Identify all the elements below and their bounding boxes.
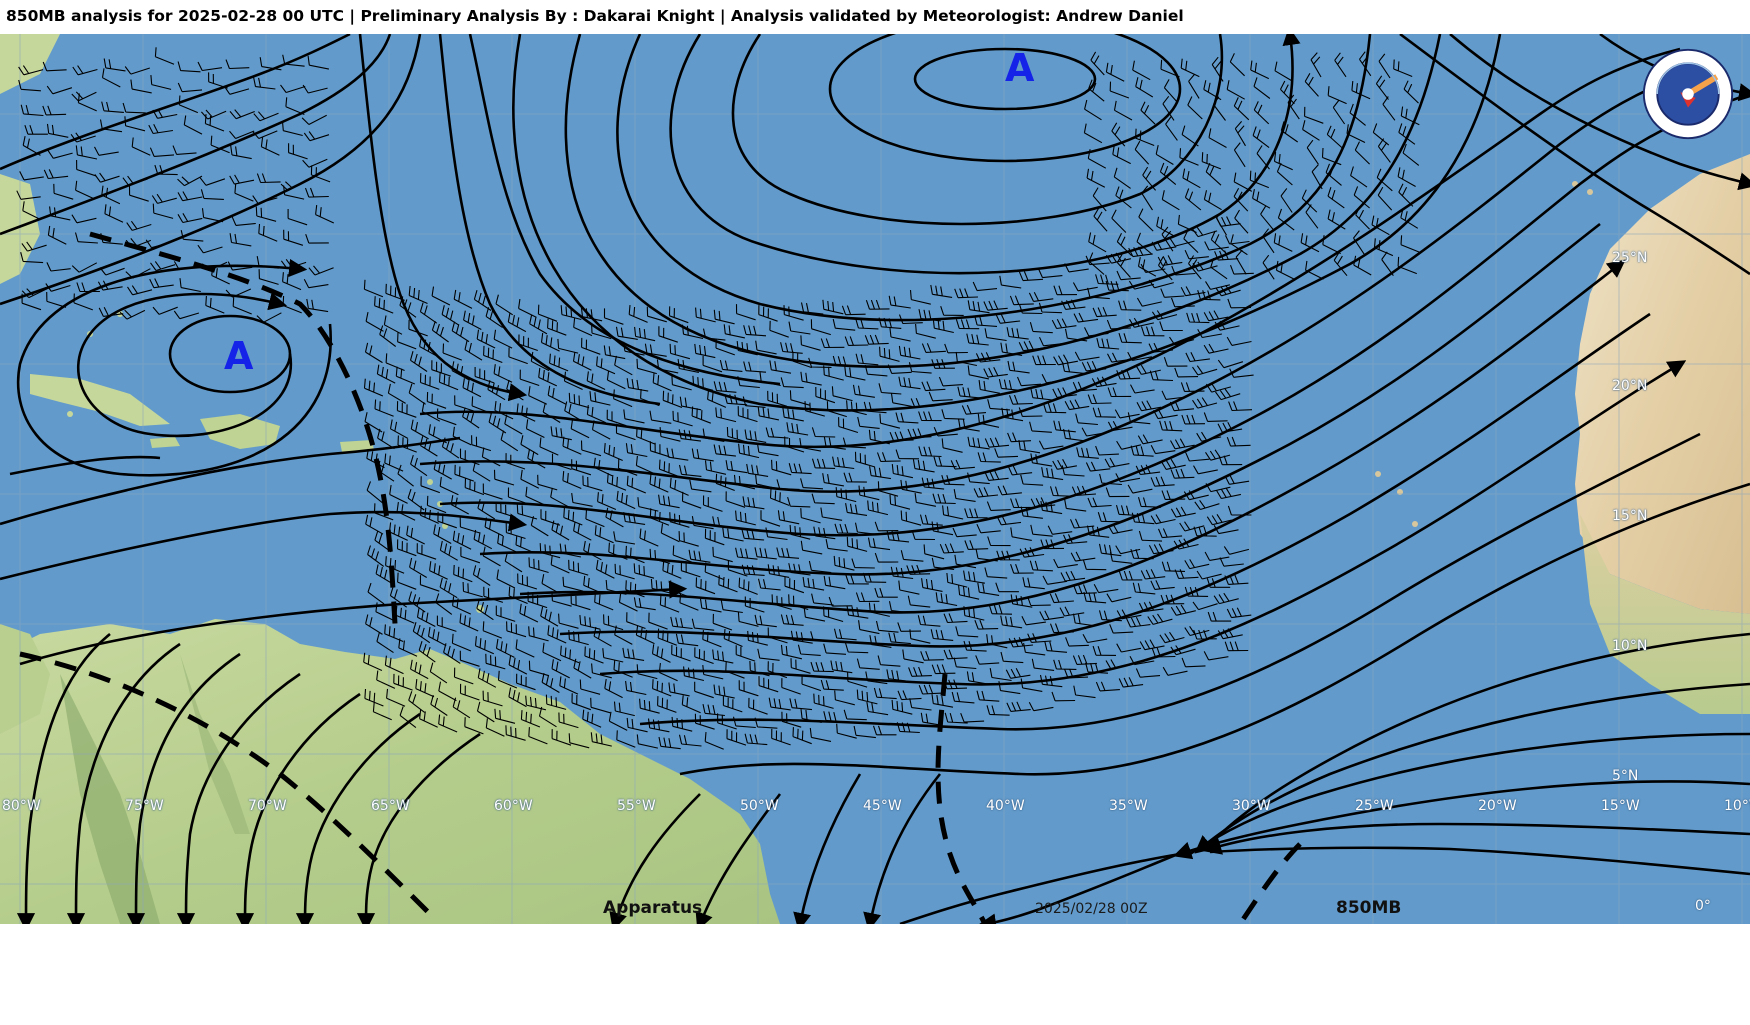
longitude-label: 40°W [986, 798, 1025, 814]
longitude-label: 30°W [1232, 798, 1271, 814]
anticyclone-label-caribbean: A [224, 334, 254, 378]
longitude-label: 80°W [2, 798, 41, 814]
longitude-label: 55°W [617, 798, 656, 814]
latitude-label: 10°N [1612, 638, 1648, 654]
latitude-label: 5°N [1612, 768, 1639, 784]
latitude-label: 15°N [1612, 508, 1648, 524]
bms-logo [1642, 48, 1734, 140]
level-label: 850MB [1336, 898, 1402, 918]
longitude-label: 10°W [1724, 798, 1750, 814]
longitude-label: 70°W [248, 798, 287, 814]
longitude-label: 50°W [740, 798, 779, 814]
map-canvas [0, 34, 1750, 924]
footer-left-label: Apparatus [603, 898, 703, 918]
latitude-label: 20°N [1612, 378, 1648, 394]
longitude-label: 25°W [1355, 798, 1394, 814]
timestamp-label: 2025/02/28 00Z [1035, 901, 1148, 917]
longitude-label: 75°W [125, 798, 164, 814]
longitude-label: 35°W [1109, 798, 1148, 814]
weather-map: 80°W 75°W 70°W 65°W 60°W 55°W 50°W 45°W 40°W 35°W… [0, 34, 1750, 924]
longitude-label: 65°W [371, 798, 410, 814]
longitude-label: 15°W [1601, 798, 1640, 814]
anticyclone-label-north: A [1005, 46, 1035, 90]
longitude-label: 20°W [1478, 798, 1517, 814]
longitude-label: 45°W [863, 798, 902, 814]
latitude-label: 0° [1695, 898, 1711, 914]
latitude-label: 25°N [1612, 250, 1648, 266]
analysis-title: 850MB analysis for 2025-02-28 00 UTC | P… [6, 7, 1184, 25]
longitude-label: 60°W [494, 798, 533, 814]
